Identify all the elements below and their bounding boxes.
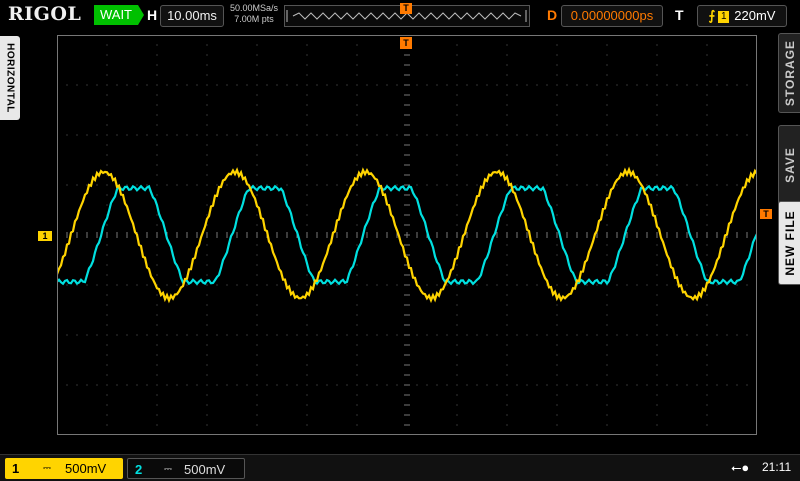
trigger-time-marker[interactable]: T	[400, 37, 412, 49]
horizontal-tab-label: HORIZONTAL	[4, 43, 16, 113]
menu-new-file-label: NEW FILE	[782, 210, 797, 276]
channel-1-settings[interactable]: 1 ⎓ 500mV	[5, 458, 123, 479]
horizontal-label: H	[147, 7, 158, 23]
channel-1-number: 1	[12, 461, 20, 476]
timebase-display[interactable]: 10.00ms	[160, 5, 224, 27]
sample-info: 50.00MSa/s 7.00M pts	[228, 3, 280, 25]
horizontal-tab[interactable]: HORIZONTAL	[0, 36, 20, 120]
channel-2-number: 2	[135, 462, 143, 477]
channel-1-offset-marker[interactable]: 1	[38, 231, 52, 241]
menu-save-label: SAVE	[782, 147, 797, 183]
menu-save[interactable]: SAVE	[778, 125, 800, 205]
right-menu: STORAGE SAVE NEW FILE	[778, 33, 800, 413]
menu-storage[interactable]: STORAGE	[778, 33, 800, 113]
sample-rate: 50.00MSa/s	[229, 3, 279, 13]
clock: 21:11	[762, 460, 792, 474]
rising-edge-icon: ⨍	[708, 8, 716, 23]
channel-1-scale: 500mV	[65, 461, 107, 476]
dc-coupling-icon: ⎓	[43, 463, 51, 474]
trigger-position-marker: T	[400, 3, 412, 14]
bottom-bar: 1 ⎓ 500mV 2 ⎓ 500mV ⭠● 21:11	[0, 454, 800, 481]
menu-new-file[interactable]: NEW FILE	[778, 201, 800, 285]
top-bar: RIGOL WAIT H 10.00ms 50.00MSa/s 7.00M pt…	[0, 0, 800, 32]
dc-coupling-icon: ⎓	[164, 464, 172, 475]
brand-logo: RIGOL	[8, 3, 82, 25]
delay-display[interactable]: 0.00000000ps	[561, 5, 663, 27]
channel-2-scale: 500mV	[184, 462, 226, 477]
channel-2-settings[interactable]: 2 ⎓ 500mV	[127, 458, 245, 479]
trigger-level: 220mV	[734, 8, 776, 23]
menu-storage-label: STORAGE	[782, 39, 797, 107]
memory-depth: 7.00M pts	[234, 14, 274, 24]
delay-label: D	[547, 7, 558, 23]
trigger-source-badge: 1	[718, 10, 730, 23]
trigger-level-marker[interactable]: T	[760, 209, 772, 219]
graticule-frame	[57, 35, 757, 435]
trigger-display[interactable]: ⨍ 1 220mV	[697, 5, 787, 27]
trigger-label: T	[675, 7, 684, 23]
usb-icon: ⭠●	[731, 460, 750, 475]
run-status-badge[interactable]: WAIT	[94, 5, 144, 25]
